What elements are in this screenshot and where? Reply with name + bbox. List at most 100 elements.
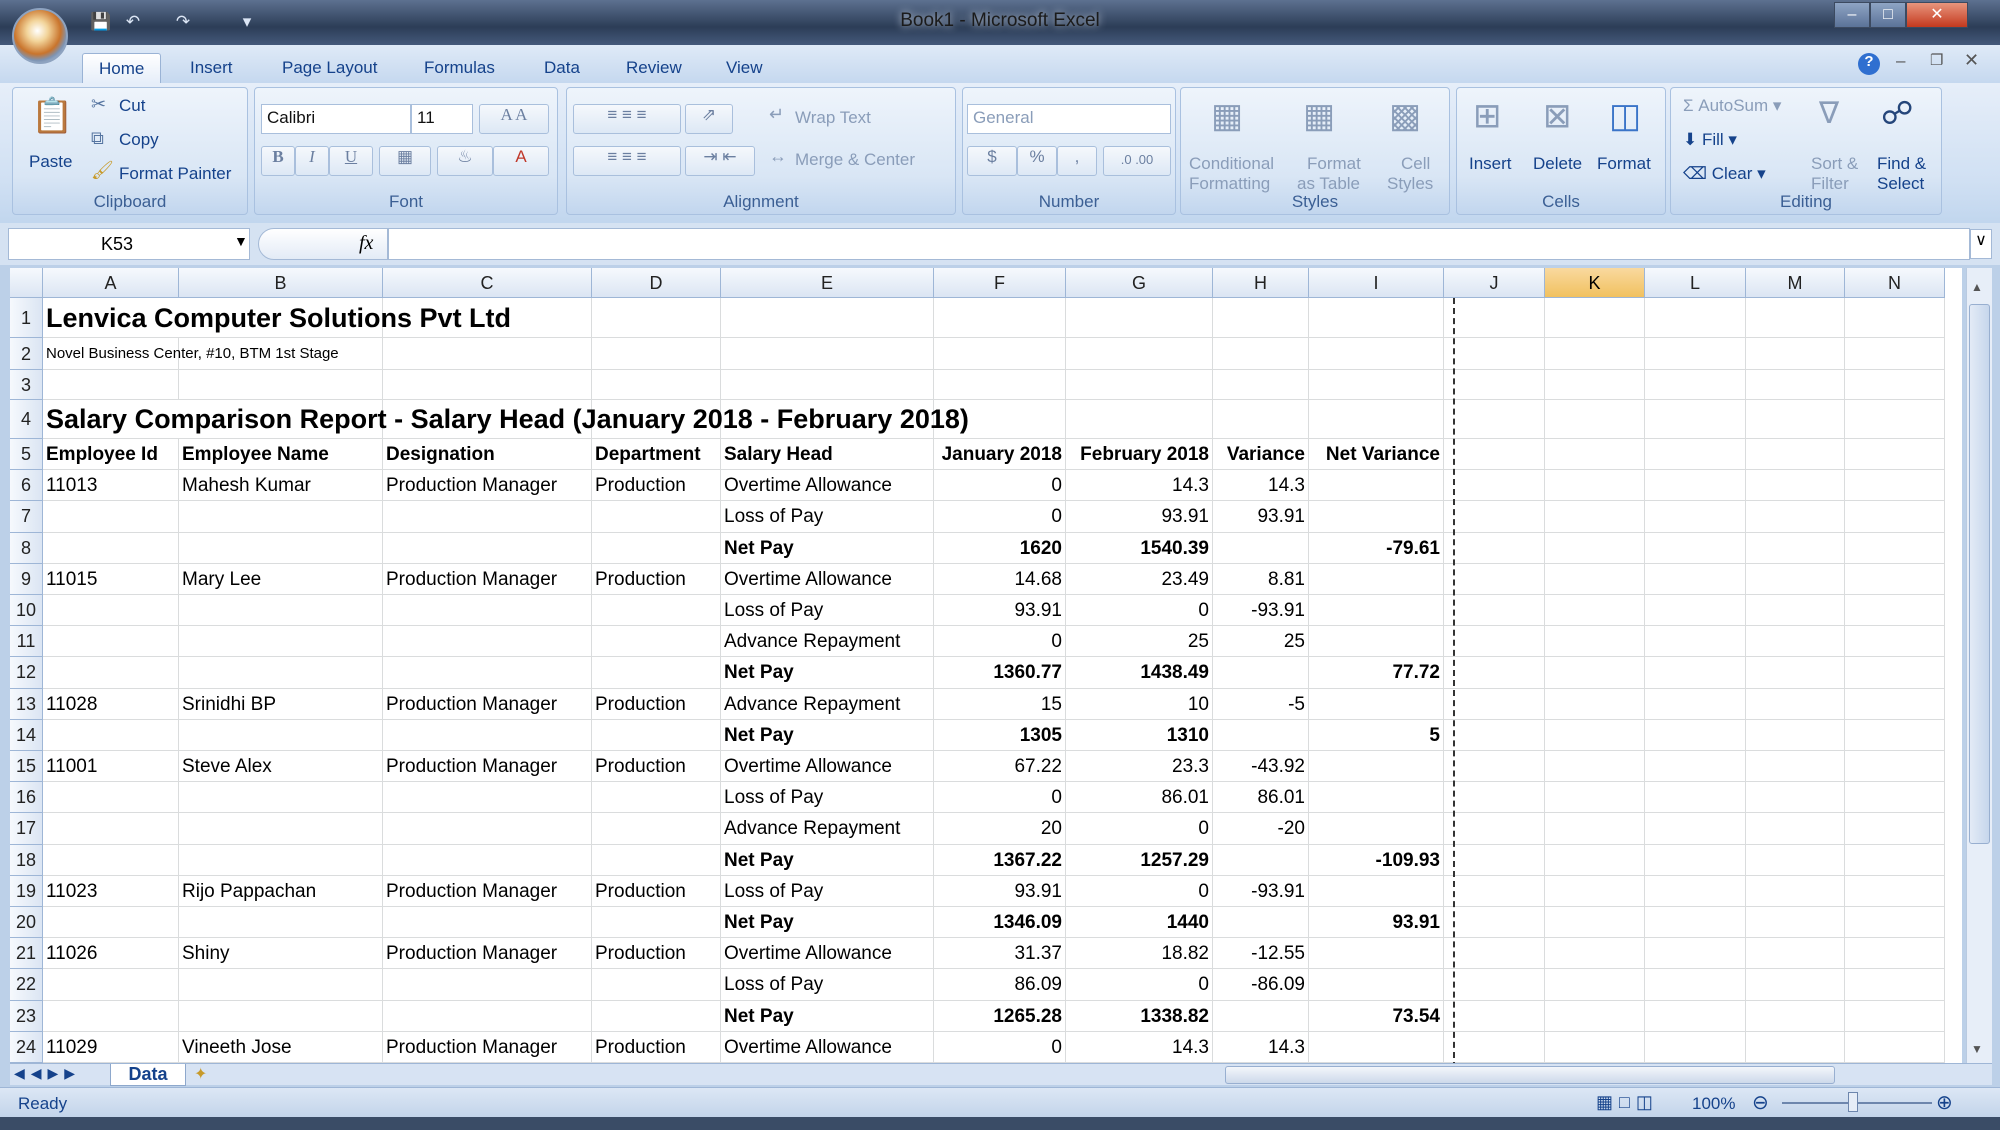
vertical-align-buttons[interactable]: ≡ ≡ ≡: [573, 104, 681, 134]
cell-i3[interactable]: [1309, 370, 1444, 400]
restore-workbook-icon[interactable]: ❐: [1930, 51, 1943, 69]
cell-e22[interactable]: Loss of Pay: [721, 969, 934, 1001]
cell-i16[interactable]: [1309, 782, 1444, 814]
number-format-select[interactable]: General: [967, 104, 1171, 134]
cell-a23[interactable]: [43, 1000, 179, 1032]
column-header-c[interactable]: C: [383, 268, 592, 298]
cell-m12[interactable]: [1746, 657, 1845, 689]
cell-g13[interactable]: 10: [1066, 688, 1213, 720]
customize-qat-icon[interactable]: ▾: [236, 12, 258, 34]
cell-h3[interactable]: [1213, 370, 1309, 400]
cell-f14[interactable]: 1305: [934, 719, 1066, 751]
cell-j7[interactable]: [1444, 501, 1545, 533]
cell-i2[interactable]: [1309, 338, 1444, 370]
cell-f15[interactable]: 67.22: [934, 751, 1066, 783]
cell-d24[interactable]: Production: [592, 1031, 721, 1063]
cell-j9[interactable]: [1444, 563, 1545, 595]
cell-f7[interactable]: 0: [934, 501, 1066, 533]
column-header-e[interactable]: E: [721, 268, 934, 298]
close-button[interactable]: ✕: [1906, 2, 1968, 28]
currency-button[interactable]: $: [967, 146, 1017, 176]
cell-k9[interactable]: [1545, 563, 1645, 595]
cell-k24[interactable]: [1545, 1031, 1645, 1063]
cell-g7[interactable]: 93.91: [1066, 501, 1213, 533]
cell-g18[interactable]: 1257.29: [1066, 844, 1213, 876]
cell-n17[interactable]: [1845, 813, 1945, 845]
cell-f1[interactable]: [934, 298, 1066, 338]
cell-m4[interactable]: [1746, 400, 1845, 439]
minimize-button[interactable]: –: [1834, 2, 1870, 28]
paste-icon[interactable]: 📋: [31, 96, 73, 136]
cell-c13[interactable]: Production Manager: [383, 688, 592, 720]
cell-e12[interactable]: Net Pay: [721, 657, 934, 689]
cell-h9[interactable]: 8.81: [1213, 563, 1309, 595]
cell-m5[interactable]: [1746, 439, 1845, 471]
formula-input[interactable]: [388, 228, 1970, 260]
zoom-in-icon[interactable]: ⊕: [1936, 1090, 1953, 1115]
cell-h21[interactable]: -12.55: [1213, 938, 1309, 970]
cell-f3[interactable]: [934, 370, 1066, 400]
cell-m19[interactable]: [1746, 875, 1845, 907]
cell-c12[interactable]: [383, 657, 592, 689]
cell-h2[interactable]: [1213, 338, 1309, 370]
cell-a17[interactable]: [43, 813, 179, 845]
cell-a11[interactable]: [43, 626, 179, 658]
horizontal-scroll-thumb[interactable]: [1225, 1066, 1835, 1084]
row-header[interactable]: 10: [10, 595, 43, 627]
cell-c17[interactable]: [383, 813, 592, 845]
column-header-b[interactable]: B: [179, 268, 383, 298]
cell-c19[interactable]: Production Manager: [383, 875, 592, 907]
cell-e20[interactable]: Net Pay: [721, 907, 934, 939]
cell-c20[interactable]: [383, 907, 592, 939]
cell-n1[interactable]: [1845, 298, 1945, 338]
cell-d6[interactable]: Production: [592, 470, 721, 502]
font-color-button[interactable]: A: [493, 146, 549, 176]
worksheet-grid[interactable]: A B C D E F G H I J K L M N 1 Lenvica Computer Solution…: [10, 268, 1962, 1063]
row-header[interactable]: 20: [10, 907, 43, 939]
cell-g1[interactable]: [1066, 298, 1213, 338]
cell-d22[interactable]: [592, 969, 721, 1001]
column-header-m[interactable]: M: [1746, 268, 1845, 298]
row-header[interactable]: 18: [10, 844, 43, 876]
cell-k5[interactable]: [1545, 439, 1645, 471]
insert-sheet-icon[interactable]: ✦: [194, 1064, 207, 1084]
cell-n6[interactable]: [1845, 470, 1945, 502]
cell-j21[interactable]: [1444, 938, 1545, 970]
cell-h7[interactable]: 93.91: [1213, 501, 1309, 533]
cell-m22[interactable]: [1746, 969, 1845, 1001]
cell-g12[interactable]: 1438.49: [1066, 657, 1213, 689]
cell-d11[interactable]: [592, 626, 721, 658]
cell-h12[interactable]: [1213, 657, 1309, 689]
cell-n2[interactable]: [1845, 338, 1945, 370]
cell-k14[interactable]: [1545, 719, 1645, 751]
cell-n3[interactable]: [1845, 370, 1945, 400]
tab-review[interactable]: Review: [610, 53, 698, 83]
column-header-a[interactable]: A: [43, 268, 179, 298]
cell-b14[interactable]: [179, 719, 383, 751]
cell-g6[interactable]: 14.3: [1066, 470, 1213, 502]
vertical-scrollbar[interactable]: ▲ ▼: [1966, 268, 1992, 1063]
cell-n9[interactable]: [1845, 563, 1945, 595]
cell-k10[interactable]: [1545, 595, 1645, 627]
cell-g11[interactable]: 25: [1066, 626, 1213, 658]
zoom-out-icon[interactable]: ⊖: [1752, 1090, 1769, 1115]
cell-e2[interactable]: [721, 338, 934, 370]
cell-h16[interactable]: 86.01: [1213, 782, 1309, 814]
indent-buttons[interactable]: ⇥ ⇤: [685, 146, 755, 176]
cell-f24[interactable]: 0: [934, 1031, 1066, 1063]
cell-d7[interactable]: [592, 501, 721, 533]
cell-l15[interactable]: [1645, 751, 1746, 783]
cell-b7[interactable]: [179, 501, 383, 533]
italic-button[interactable]: I: [295, 146, 329, 176]
copy-button[interactable]: Copy: [119, 130, 159, 150]
paste-button[interactable]: Paste: [29, 152, 72, 172]
cell-e8[interactable]: Net Pay: [721, 532, 934, 564]
row-header[interactable]: 15: [10, 751, 43, 783]
cell-j19[interactable]: [1444, 875, 1545, 907]
cell-k4[interactable]: [1545, 400, 1645, 439]
cell-a24[interactable]: 11029: [43, 1031, 179, 1063]
cell-n19[interactable]: [1845, 875, 1945, 907]
cell-k17[interactable]: [1545, 813, 1645, 845]
cell-m7[interactable]: [1746, 501, 1845, 533]
cell-i1[interactable]: [1309, 298, 1444, 338]
